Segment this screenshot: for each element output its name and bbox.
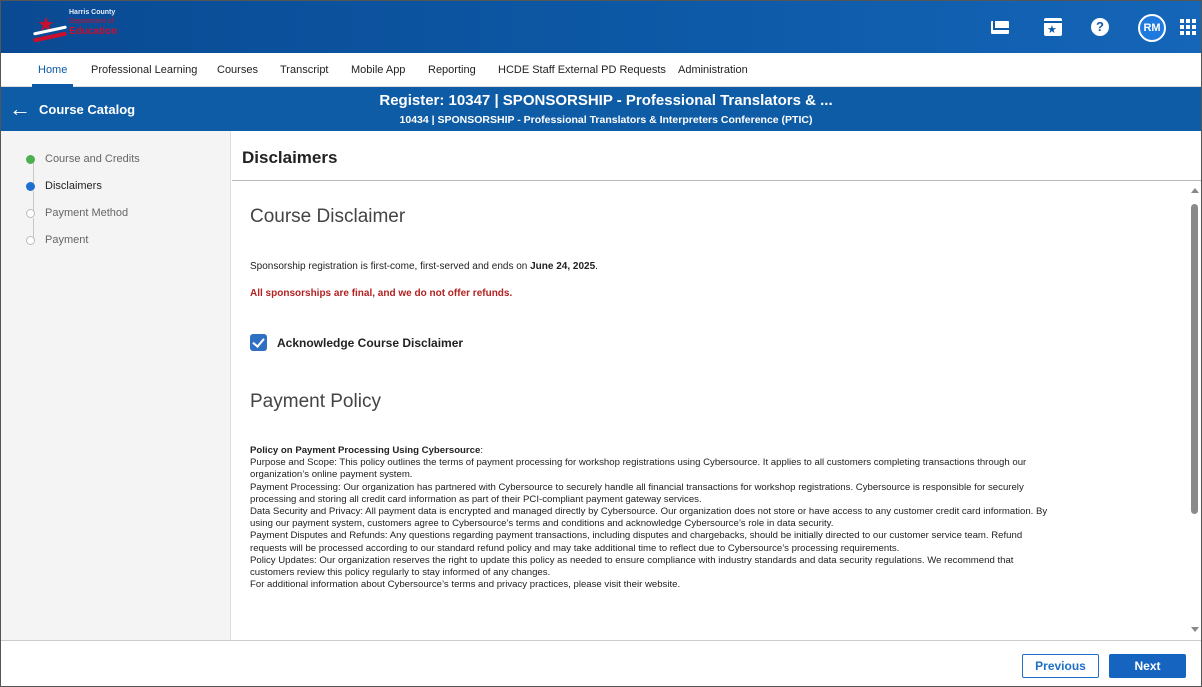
app-grid-icon[interactable]	[1180, 19, 1196, 35]
pending-step-icon	[26, 209, 35, 218]
policy-line: processing and storing all credit card i…	[250, 493, 702, 505]
nav-courses[interactable]: Courses	[217, 53, 258, 87]
course-disclaimer-title: Course Disclaimer	[250, 206, 406, 227]
policy-heading: Policy on Payment Processing Using Cyber…	[250, 445, 483, 456]
check-circle-icon	[26, 155, 35, 164]
current-step-icon	[26, 182, 35, 191]
calendar-icon[interactable]: ★	[1042, 17, 1064, 37]
scroll-thumb[interactable]	[1191, 204, 1198, 514]
nav-home[interactable]: Home	[31, 53, 74, 87]
logo-text-line1: Harris County	[69, 9, 116, 16]
logo-text-line2: Department of	[69, 18, 114, 25]
step-sidebar: Course and Credits Disclaimers Payment M…	[1, 131, 231, 640]
policy-line: For additional information about Cyberso…	[250, 579, 681, 591]
policy-line: using our payment system, customers agre…	[250, 518, 834, 530]
nav-administration[interactable]: Administration	[678, 53, 748, 87]
title-bar: ← Course Catalog Register: 10347 | SPONS…	[1, 87, 1201, 131]
checkbox-checked-icon[interactable]	[250, 334, 267, 351]
pending-step-icon	[26, 236, 35, 245]
section-heading: Disclaimers	[242, 148, 338, 167]
step-payment[interactable]: Payment	[26, 234, 88, 246]
user-avatar[interactable]: RM	[1138, 14, 1166, 42]
scroll-up-icon[interactable]	[1191, 188, 1199, 193]
no-refund-notice: All sponsorships are final, and we do no…	[250, 288, 513, 299]
policy-line: Data Security and Privacy: All payment d…	[250, 506, 1048, 518]
footer-actions: Previous Next	[1, 640, 1201, 686]
nav-transcript[interactable]: Transcript	[280, 53, 329, 87]
mail-icon[interactable]	[989, 17, 1011, 37]
section-header: Disclaimers	[232, 131, 1201, 181]
back-label: Course Catalog	[39, 101, 136, 117]
policy-line: Payment Disputes and Refunds: Any questi…	[250, 530, 1023, 542]
step-disclaimers[interactable]: Disclaimers	[26, 180, 102, 192]
nav-reporting[interactable]: Reporting	[428, 53, 476, 87]
policy-line: Policy Updates: Our organization reserve…	[250, 554, 1014, 566]
help-icon[interactable]: ?	[1089, 17, 1111, 37]
hcde-logo[interactable]: ★ Harris County Department of Education	[27, 7, 137, 47]
app-window: ★ Harris County Department of Education …	[0, 0, 1202, 687]
previous-button[interactable]: Previous	[1022, 654, 1099, 678]
nav-professional-learning[interactable]: Professional Learning	[91, 53, 197, 87]
back-arrow-icon: ←	[9, 96, 31, 121]
policy-line: customers review this policy regularly t…	[250, 567, 551, 579]
next-button[interactable]: Next	[1109, 654, 1186, 678]
nav-mobile-app[interactable]: Mobile App	[351, 53, 405, 87]
policy-line: requests will be processed according to …	[250, 542, 900, 554]
payment-policy-title: Payment Policy	[250, 391, 381, 412]
acknowledge-disclaimer-checkbox[interactable]: Acknowledge Course Disclaimer	[250, 334, 463, 351]
policy-line: organization’s online payment system.	[250, 469, 413, 481]
policy-line: Purpose and Scope: This policy outlines …	[250, 457, 1027, 469]
nav-hcde-staff-external-pd[interactable]: HCDE Staff External PD Requests	[498, 53, 666, 87]
page-subtitle: 10434 | SPONSORSHIP - Professional Trans…	[399, 114, 813, 126]
content-scrollbar[interactable]	[1188, 182, 1201, 640]
step-course-and-credits[interactable]: Course and Credits	[26, 153, 140, 165]
policy-line: Payment Processing: Our organization has…	[250, 481, 1024, 493]
logo-text-line3: Education	[69, 26, 118, 37]
top-header: ★ Harris County Department of Education …	[1, 1, 1201, 53]
registration-notice: Sponsorship registration is first-come, …	[250, 261, 598, 272]
acknowledge-label: Acknowledge Course Disclaimer	[277, 335, 464, 350]
main-nav: Home Professional Learning Courses Trans…	[1, 53, 1201, 87]
payment-policy-text: Policy on Payment Processing Using Cyber…	[250, 445, 1155, 591]
step-payment-method[interactable]: Payment Method	[26, 207, 128, 219]
page-title: Register: 10347 | SPONSORSHIP - Professi…	[379, 92, 833, 109]
scroll-down-icon[interactable]	[1191, 627, 1199, 632]
disclaimer-content: Course Disclaimer Sponsorship registrati…	[232, 182, 1187, 640]
back-to-course-catalog[interactable]: ← Course Catalog	[1, 87, 231, 131]
